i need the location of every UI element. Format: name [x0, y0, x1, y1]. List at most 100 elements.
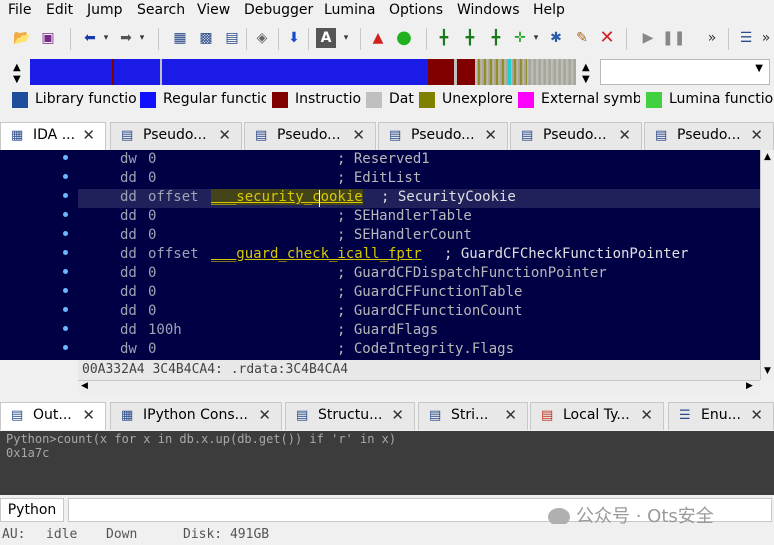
- delete-icon[interactable]: ✕: [597, 28, 617, 48]
- tab-ipython-console[interactable]: ▦ IPython Cons... ✕: [110, 402, 282, 430]
- back-dropdown-icon[interactable]: ▾: [96, 28, 116, 48]
- edit-icon[interactable]: ✎: [572, 28, 592, 48]
- output-window[interactable]: Python>count(x for x in db.x.up(db.get()…: [0, 431, 774, 495]
- nav-down-icon[interactable]: ▼: [13, 74, 21, 85]
- toolbar: 📂 ▣ ⬅ ▾ ➡ ▾ ▦ ▩ ▤ ◈ ⬇ A ▾ ▲ ● ╋ ╋ ╋ ✛ ▾ …: [0, 22, 774, 56]
- debugger-settings-icon[interactable]: ☰: [736, 28, 756, 48]
- tab-pseudocode[interactable]: ▤ Pseudo... ✕: [644, 122, 774, 150]
- menu-debugger[interactable]: Debugger: [244, 2, 313, 18]
- tab-pseudocode[interactable]: ▤ Pseudo... ✕: [110, 122, 242, 150]
- bug-icon[interactable]: ✱: [546, 28, 566, 48]
- more-icon[interactable]: »: [756, 28, 774, 48]
- menu-edit[interactable]: Edit: [46, 2, 73, 18]
- tab-pseudocode[interactable]: ▤ Pseudo... ✕: [510, 122, 642, 150]
- toolbar-separator: [278, 28, 279, 50]
- code-line[interactable]: dw 0 ; CodeIntegrity.Flags: [78, 341, 760, 360]
- run-green-icon[interactable]: ●: [394, 28, 414, 48]
- code-line[interactable]: dd offset ___guard_check_icall_fptr ; Gu…: [78, 246, 760, 265]
- navigation-band[interactable]: [30, 59, 576, 85]
- menu-search[interactable]: Search: [137, 2, 185, 18]
- tab-pseudocode[interactable]: ▤ Pseudo... ✕: [244, 122, 376, 150]
- code-comment: ; CodeIntegrity.Flags: [337, 341, 515, 357]
- pause-icon[interactable]: ❚❚: [662, 28, 685, 48]
- menu-windows[interactable]: Windows: [457, 2, 520, 18]
- code-line[interactable]: dd 100h ; GuardFlags: [78, 322, 760, 341]
- tab-local-types[interactable]: ▤ Local Ty... ✕: [530, 402, 664, 430]
- nav-up-icon[interactable]: ▲: [582, 62, 590, 73]
- close-icon[interactable]: ✕: [750, 406, 763, 424]
- save-icon[interactable]: ▣: [38, 28, 58, 48]
- code-symbol[interactable]: ___guard_check_icall_fptr: [211, 246, 422, 262]
- breakpoint-dot: [63, 193, 68, 198]
- code-line[interactable]: dd 0 ; GuardCFFunctionCount: [78, 303, 760, 322]
- code-line[interactable]: dd 0 ; GuardCFDispatchFunctionPointer: [78, 265, 760, 284]
- close-icon[interactable]: ✕: [258, 406, 271, 424]
- menu-lumina[interactable]: Lumina: [324, 2, 375, 18]
- vertical-scrollbar[interactable]: ▲ ▼: [760, 150, 774, 380]
- code-add-icon[interactable]: ╋: [460, 28, 480, 48]
- scroll-left-icon[interactable]: ◀: [81, 381, 88, 391]
- close-icon[interactable]: ✕: [82, 406, 95, 424]
- chevron-down-icon: ▼: [755, 63, 763, 74]
- code-comment: ; GuardCFFunctionCount: [337, 303, 523, 319]
- code-operand: offset: [148, 189, 199, 205]
- scroll-up-icon[interactable]: ▲: [764, 152, 771, 162]
- function-dropdown-icon[interactable]: ▾: [526, 28, 546, 48]
- tab-strings[interactable]: ▤ Stri... ✕: [418, 402, 528, 430]
- binary-icon[interactable]: ▦: [170, 28, 190, 48]
- open-icon[interactable]: 📂: [12, 28, 32, 48]
- tab-label: Pseudo...: [677, 127, 741, 143]
- code-comment: ; EditList: [337, 170, 422, 186]
- tab-ida-view[interactable]: ▦ IDA ... ✕: [0, 122, 106, 150]
- menu-jump[interactable]: Jump: [87, 2, 123, 18]
- nav-segment: [527, 59, 576, 85]
- nav-up-icon[interactable]: ▲: [13, 62, 21, 73]
- play-icon[interactable]: ▶: [638, 28, 658, 48]
- menu-options[interactable]: Options: [389, 2, 443, 18]
- code-line[interactable]: dd 0 ; SEHandlerCount: [78, 227, 760, 246]
- struct-icon[interactable]: ▤: [222, 28, 242, 48]
- close-icon[interactable]: ✕: [484, 126, 497, 144]
- code-line[interactable]: dd 0 ; EditList: [78, 170, 760, 189]
- text-icon[interactable]: A: [316, 28, 336, 48]
- cli-language-button[interactable]: Python: [0, 498, 64, 522]
- menu-help[interactable]: Help: [533, 2, 565, 18]
- patch-icon[interactable]: ◈: [252, 28, 272, 48]
- forward-dropdown-icon[interactable]: ▾: [132, 28, 152, 48]
- nav-down-icon[interactable]: ▼: [582, 74, 590, 85]
- more-icon[interactable]: »: [702, 28, 722, 48]
- disassembly-view[interactable]: dw 0 ; Reserved1 dd 0 ; EditList dd offs…: [78, 150, 760, 360]
- code-line-selected[interactable]: dd offset ___security_cookie ; SecurityC…: [78, 189, 760, 208]
- code-line[interactable]: dw 0 ; Reserved1: [78, 151, 760, 170]
- close-icon[interactable]: ✕: [82, 126, 95, 144]
- scroll-right-icon[interactable]: ▶: [746, 381, 753, 391]
- tab-enums[interactable]: ☰ Enu... ✕: [668, 402, 774, 430]
- code-line[interactable]: dd 0 ; GuardCFFunctionTable: [78, 284, 760, 303]
- segment-dropdown[interactable]: ▼: [600, 59, 770, 85]
- horizontal-scrollbar[interactable]: ◀ ▶: [78, 380, 760, 395]
- close-icon[interactable]: ✕: [391, 406, 404, 424]
- tab-output[interactable]: ▤ Out... ✕: [0, 402, 106, 430]
- code-line[interactable]: dd 0 ; SEHandlerTable: [78, 208, 760, 227]
- jump-down-icon[interactable]: ⬇: [284, 28, 304, 48]
- breakpoint-dot: [63, 212, 68, 217]
- close-icon[interactable]: ✕: [218, 126, 231, 144]
- close-icon[interactable]: ✕: [504, 406, 517, 424]
- code-symbol[interactable]: ___security_cookie: [211, 189, 363, 205]
- close-icon[interactable]: ✕: [640, 406, 653, 424]
- code-a-icon[interactable]: ╋: [486, 28, 506, 48]
- close-icon[interactable]: ✕: [618, 126, 631, 144]
- close-icon[interactable]: ✕: [352, 126, 365, 144]
- tab-structures[interactable]: ▤ Structu... ✕: [285, 402, 415, 430]
- nav-segment: [112, 59, 114, 85]
- menu-view[interactable]: View: [197, 2, 230, 18]
- scroll-down-icon[interactable]: ▼: [764, 366, 771, 376]
- code-icon[interactable]: ╋: [434, 28, 454, 48]
- hex-icon[interactable]: ▩: [196, 28, 216, 48]
- menu-file[interactable]: File: [8, 2, 31, 18]
- tab-pseudocode[interactable]: ▤ Pseudo... ✕: [378, 122, 508, 150]
- pseudocode-icon: ▤: [521, 128, 534, 143]
- text-dropdown-icon[interactable]: ▾: [336, 28, 356, 48]
- close-icon[interactable]: ✕: [750, 126, 763, 144]
- graph-icon[interactable]: ▲: [368, 28, 388, 48]
